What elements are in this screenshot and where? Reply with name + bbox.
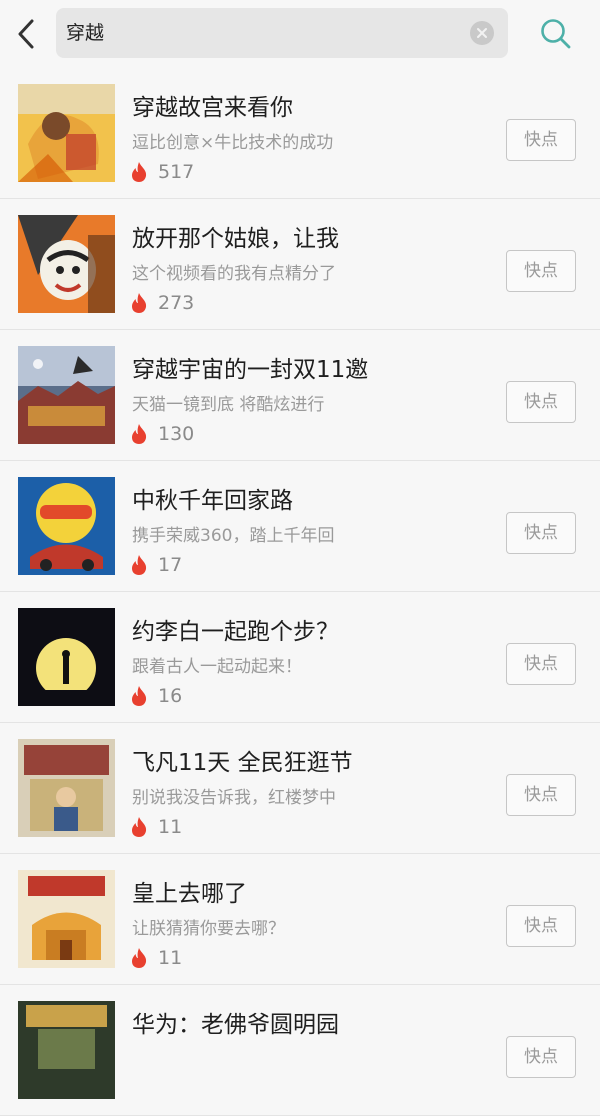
quick-button[interactable]: 快点 <box>506 905 576 947</box>
thumbnail-image <box>18 84 115 182</box>
hot-count: 130 <box>130 421 194 447</box>
item-title: 穿越故宫来看你 <box>132 95 293 121</box>
hot-count: 16 <box>130 683 182 709</box>
list-item[interactable]: 穿越故宫来看你 逗比创意×牛比技术的成功 517 快点 <box>0 68 600 199</box>
item-title: 飞凡11天 全民狂逛节 <box>132 750 353 776</box>
list-item[interactable]: 放开那个姑娘，让我 这个视频看的我有点精分了 273 快点 <box>0 199 600 330</box>
list-item[interactable]: 穿越宇宙的一封双11邀 天猫一镜到底 将酷炫进行 130 快点 <box>0 330 600 461</box>
thumbnail-image <box>18 477 115 575</box>
flame-icon <box>132 817 147 837</box>
quick-button[interactable]: 快点 <box>506 774 576 816</box>
list-item[interactable]: 中秋千年回家路 携手荣威360，踏上千年回 17 快点 <box>0 461 600 592</box>
list-item[interactable]: 约李白一起跑个步？ 跟着古人一起动起来！ 16 快点 <box>0 592 600 723</box>
thumbnail-image <box>18 346 115 444</box>
item-description: 天猫一镜到底 将酷炫进行 <box>132 395 325 415</box>
item-title: 约李白一起跑个步？ <box>132 619 339 645</box>
thumbnail-image <box>18 1001 115 1099</box>
hot-count: 11 <box>130 814 182 840</box>
quick-button[interactable]: 快点 <box>506 512 576 554</box>
item-description: 让朕猜猜你要去哪？ <box>132 919 285 939</box>
thumbnail-image <box>18 215 115 313</box>
thumbnail-image <box>18 739 115 837</box>
item-description: 这个视频看的我有点精分了 <box>132 264 336 284</box>
hot-count-value: 17 <box>158 554 183 576</box>
item-title: 穿越宇宙的一封双11邀 <box>132 357 369 383</box>
flame-icon <box>132 555 147 575</box>
item-title: 放开那个姑娘，让我 <box>132 226 339 252</box>
result-list: 穿越故宫来看你 逗比创意×牛比技术的成功 517 快点 放开那个姑娘，让我 这个… <box>0 68 600 1116</box>
list-item[interactable]: 华为：老佛爷圆明园 快点 <box>0 985 600 1116</box>
list-item[interactable]: 飞凡11天 全民狂逛节 别说我没告诉我，红楼梦中 11 快点 <box>0 723 600 854</box>
item-description: 别说我没告诉我，红楼梦中 <box>132 788 336 808</box>
item-description: 逗比创意×牛比技术的成功 <box>132 133 334 153</box>
quick-button[interactable]: 快点 <box>506 381 576 423</box>
hot-count-value: 517 <box>158 161 195 183</box>
thumbnail-image <box>18 608 115 706</box>
hot-count: 517 <box>130 159 194 185</box>
item-title: 华为：老佛爷圆明园 <box>132 1012 339 1038</box>
hot-count: 273 <box>130 290 194 316</box>
clear-search-button[interactable] <box>470 21 494 45</box>
search-input[interactable]: 穿越 <box>56 8 508 58</box>
hot-count-value: 16 <box>158 685 183 707</box>
quick-button[interactable]: 快点 <box>506 1036 576 1078</box>
close-icon <box>477 28 487 38</box>
flame-icon <box>132 162 147 182</box>
search-query-text: 穿越 <box>66 22 105 44</box>
quick-button[interactable]: 快点 <box>506 119 576 161</box>
flame-icon <box>132 948 147 968</box>
quick-button[interactable]: 快点 <box>506 643 576 685</box>
flame-icon <box>132 424 147 444</box>
search-header: 穿越 <box>0 0 600 69</box>
item-title: 中秋千年回家路 <box>132 488 293 514</box>
back-button[interactable] <box>8 14 44 54</box>
chevron-left-icon <box>18 19 34 49</box>
item-description: 跟着古人一起动起来！ <box>132 657 302 677</box>
thumbnail-image <box>18 870 115 968</box>
quick-button[interactable]: 快点 <box>506 250 576 292</box>
hot-count-value: 273 <box>158 292 195 314</box>
search-icon <box>541 19 571 49</box>
hot-count-value: 11 <box>158 947 183 969</box>
hot-count: 11 <box>130 945 182 971</box>
flame-icon <box>132 293 147 313</box>
flame-icon <box>132 686 147 706</box>
item-description: 携手荣威360，踏上千年回 <box>132 526 335 546</box>
hot-count: 17 <box>130 552 182 578</box>
item-title: 皇上去哪了 <box>132 881 247 907</box>
search-button[interactable] <box>536 14 576 54</box>
hot-count-value: 11 <box>158 816 183 838</box>
hot-count-value: 130 <box>158 423 195 445</box>
list-item[interactable]: 皇上去哪了 让朕猜猜你要去哪？ 11 快点 <box>0 854 600 985</box>
